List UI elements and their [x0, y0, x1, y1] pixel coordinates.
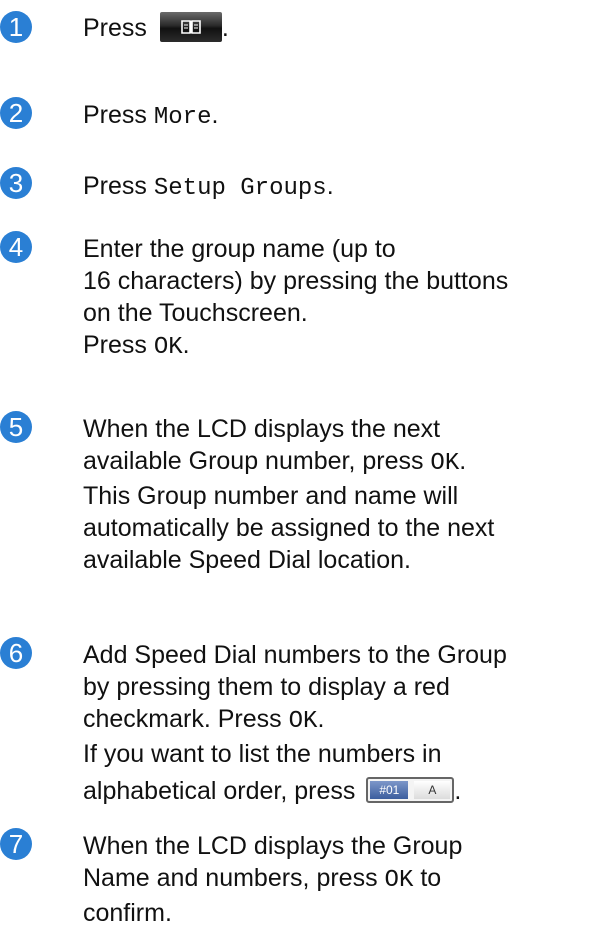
press-label: Press	[83, 172, 147, 200]
setup-groups-option: Setup Groups	[153, 175, 327, 202]
step-number-badge: 4	[0, 231, 32, 263]
step-number-badge: 2	[0, 97, 32, 129]
more-option: More	[153, 104, 212, 131]
suffix: .	[459, 447, 467, 475]
press-label: Press	[83, 14, 147, 42]
alphabetical-sort-button[interactable]: #01 A	[366, 777, 455, 804]
step-text: When the LCD displays the Group Name and…	[83, 830, 605, 929]
instruction-line: available Group number, press	[83, 447, 424, 475]
ok-option: OK	[384, 867, 414, 894]
step-text: Add Speed Dial numbers to the Group by p…	[83, 639, 605, 807]
instruction-line: checkmark. Press	[83, 705, 282, 733]
step-text: Press .	[83, 12, 605, 44]
suffix: .	[221, 14, 229, 42]
instruction-line: When the LCD displays the next	[83, 415, 441, 443]
step-text: When the LCD displays the next available…	[83, 413, 605, 576]
step-text: Press Setup Groups.	[83, 170, 605, 205]
suffix: .	[182, 331, 190, 359]
instruction-line: by pressing them to display a red	[83, 673, 450, 701]
press-label: Press	[83, 331, 147, 359]
instruction-line: Enter the group name (up to	[83, 235, 396, 263]
step-text: Press More.	[83, 99, 605, 134]
step-text: Enter the group name (up to 16 character…	[83, 233, 605, 364]
ok-option: OK	[430, 450, 460, 477]
number-order-label: #01	[370, 781, 409, 800]
ok-option: OK	[288, 708, 318, 735]
step-number-badge: 5	[0, 411, 32, 443]
alphabet-order-label: A	[414, 781, 451, 800]
ok-option: OK	[153, 334, 183, 361]
instruction-line: If you want to list the numbers in	[83, 740, 442, 768]
address-book-button[interactable]	[159, 12, 222, 43]
step-number-badge: 7	[0, 828, 32, 860]
instruction-line: confirm.	[83, 899, 172, 927]
address-book-icon	[181, 20, 201, 35]
instruction-line: 16 characters) by pressing the buttons	[83, 267, 509, 295]
instruction-line: automatically be assigned to the next	[83, 514, 495, 542]
suffix: .	[317, 705, 325, 733]
suffix: .	[211, 101, 219, 129]
instruction-line: alphabetical order, press	[83, 777, 356, 805]
instruction-line: to	[420, 864, 442, 892]
instruction-line: When the LCD displays the Group	[83, 832, 463, 860]
instruction-line: on the Touchscreen.	[83, 299, 308, 327]
instruction-line: available Speed Dial location.	[83, 546, 411, 574]
suffix: .	[454, 777, 462, 805]
step-number-badge: 6	[0, 637, 32, 669]
instruction-line: Name and numbers, press	[83, 864, 378, 892]
instruction-line: This Group number and name will	[83, 482, 459, 510]
instruction-line: Add Speed Dial numbers to the Group	[83, 641, 507, 669]
press-label: Press	[83, 101, 147, 129]
step-number-badge: 1	[0, 11, 32, 43]
suffix: .	[326, 172, 334, 200]
step-number-badge: 3	[0, 167, 32, 199]
